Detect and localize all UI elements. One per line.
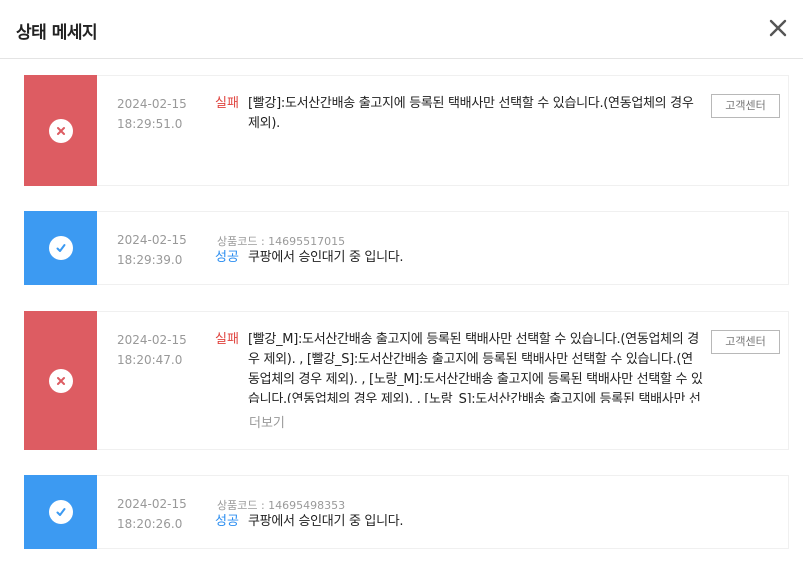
status-label: 성공 (215, 514, 239, 529)
timestamp: 2024-02-15 18:29:51.0 (117, 95, 187, 133)
x-circle-icon (48, 118, 73, 143)
check-circle-icon (48, 500, 73, 524)
close-icon[interactable] (767, 17, 789, 39)
status-message: [빨강]:도서산간배송 출고지에 등록된 택배사만 선택할 수 있습니다.(연동… (248, 96, 694, 131)
date-text: 2024-02-15 (117, 333, 187, 347)
check-circle-icon (48, 236, 73, 260)
status-label: 실패 (215, 332, 239, 347)
timestamp: 2024-02-15 18:29:39.0 (117, 231, 187, 269)
time-text: 18:29:51.0 (117, 117, 183, 131)
time-text: 18:20:47.0 (117, 353, 183, 367)
date-text: 2024-02-15 (117, 233, 187, 247)
list-item: 2024-02-15 18:20:26.0 상품코드 : 14695498353… (24, 475, 789, 549)
list-item: 2024-02-15 18:20:47.0 실패 [빨강_M]:도서산간배송 출… (24, 311, 789, 450)
success-badge (24, 211, 97, 285)
date-text: 2024-02-15 (117, 97, 187, 111)
status-message-list[interactable]: 2024-02-15 18:29:51.0 실패 [빨강]:도서산간배송 출고지… (0, 59, 803, 575)
product-code: 상품코드 : 14695517015 (217, 235, 346, 248)
timestamp: 2024-02-15 18:20:26.0 (117, 495, 187, 533)
status-message: 쿠팡에서 승인대기 중 입니다. (248, 250, 404, 265)
customer-center-button[interactable]: 고객센터 (711, 94, 780, 118)
fail-badge (24, 75, 97, 186)
modal-title: 상태 메세지 (16, 23, 98, 43)
success-badge (24, 475, 97, 549)
status-label: 실패 (215, 96, 239, 111)
status-message: 쿠팡에서 승인대기 중 입니다. (248, 514, 404, 529)
fail-badge (24, 311, 97, 450)
x-circle-icon (48, 368, 73, 393)
time-text: 18:29:39.0 (117, 253, 183, 267)
product-code: 상품코드 : 14695498353 (217, 499, 346, 512)
date-text: 2024-02-15 (117, 497, 187, 511)
status-label: 성공 (215, 250, 239, 265)
show-more-link[interactable]: 더보기 (249, 412, 285, 431)
list-item: 2024-02-15 18:29:51.0 실패 [빨강]:도서산간배송 출고지… (24, 75, 789, 186)
timestamp: 2024-02-15 18:20:47.0 (117, 331, 187, 369)
modal-header: 상태 메세지 (0, 0, 803, 59)
list-item: 2024-02-15 18:29:39.0 상품코드 : 14695517015… (24, 211, 789, 285)
time-text: 18:20:26.0 (117, 517, 183, 531)
customer-center-button[interactable]: 고객센터 (711, 330, 780, 354)
status-message: [빨강_M]:도서산간배송 출고지에 등록된 택배사만 선택할 수 있습니다.(… (248, 332, 703, 403)
